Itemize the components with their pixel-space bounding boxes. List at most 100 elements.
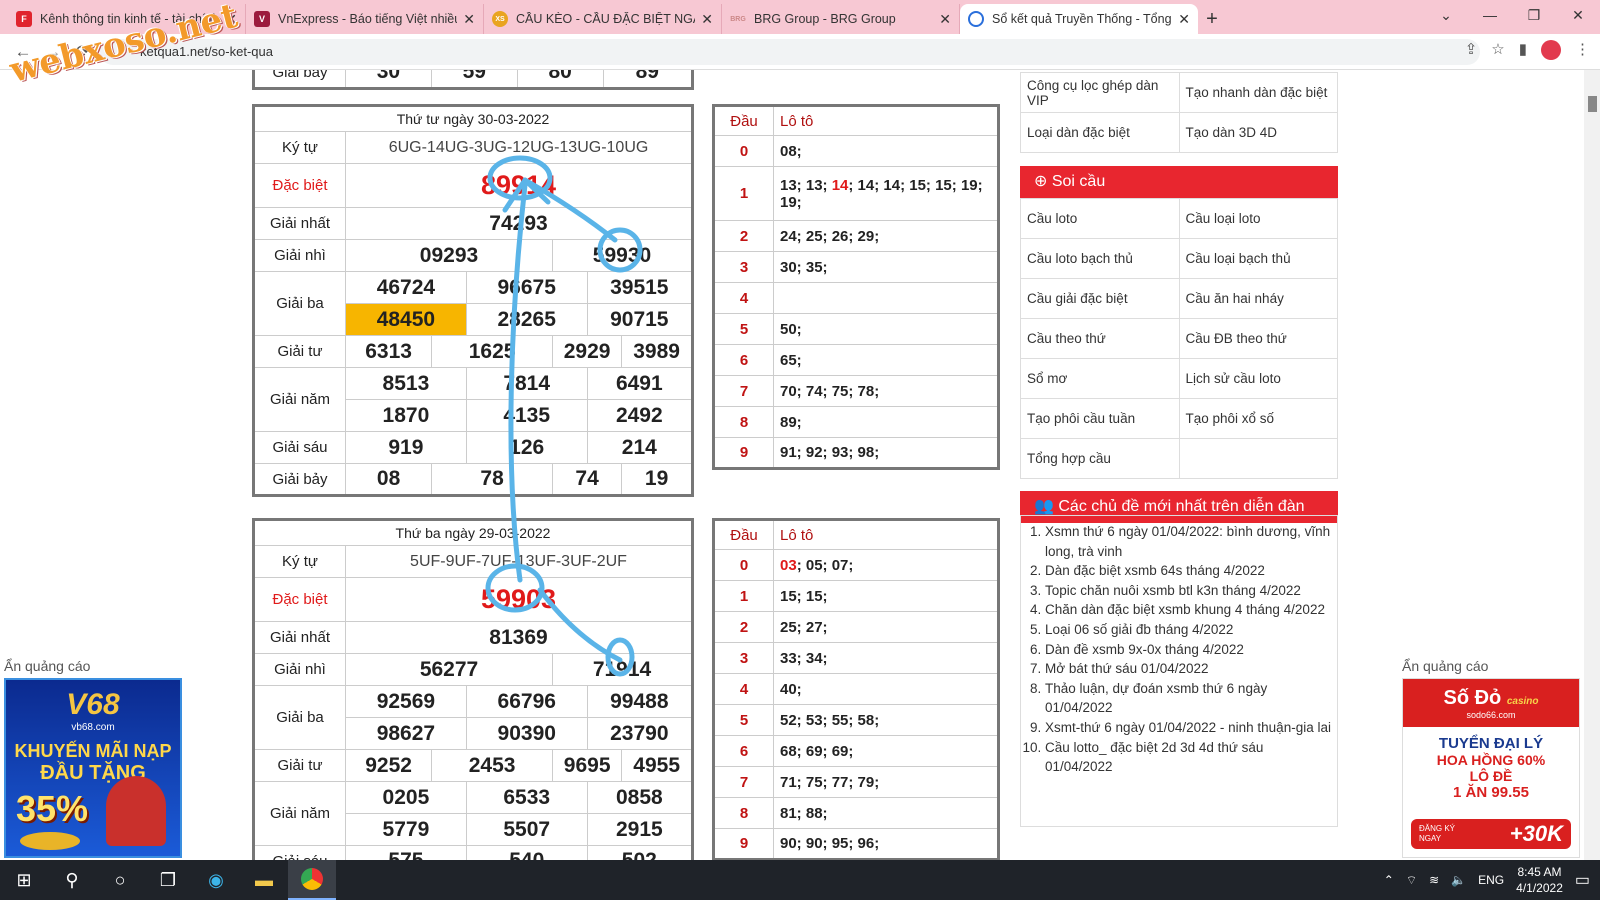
notification-icon[interactable]: ▭ [1575, 870, 1590, 890]
tool-link[interactable]: Tạo dàn 3D 4D [1178, 112, 1338, 153]
clock[interactable]: 8:45 AM 4/1/2022 [1516, 864, 1563, 896]
window-controls: ⌄ — ❐ ✕ [1424, 0, 1600, 30]
url-input[interactable]: ketqua1.net/so-ket-qua [100, 39, 1480, 65]
network-icon[interactable]: ⌔ [1406, 873, 1417, 888]
windows-taskbar: ⊞ ⚲ ○ ❐ ◉ ▬ ⌃ ⌔ ≋ 🔈 ENG 8:45 AM 4/1/2022… [0, 860, 1600, 900]
task-view-icon[interactable]: ❐ [144, 860, 192, 900]
ad-percent: 35% [16, 788, 89, 829]
forum-topic-link[interactable]: Dàn đặc biệt xsmb 64s tháng 4/2022 [1045, 561, 1331, 581]
side-panel-icon[interactable]: ▮ [1519, 40, 1527, 60]
profile-avatar[interactable] [1541, 40, 1561, 60]
tab-close-icon[interactable]: ✕ [701, 11, 713, 28]
soi-cau-link [1178, 438, 1338, 479]
soi-cau-link[interactable]: Cầu loto [1020, 198, 1180, 239]
cafef-favicon-icon: F [16, 11, 32, 27]
ad-line1: KHUYẾN MÃI NẠP [14, 741, 172, 761]
forum-list: Xsmn thứ 6 ngày 01/04/2022: bình dương, … [1020, 515, 1338, 827]
soi-cau-link[interactable]: Cầu loto bạch thủ [1020, 238, 1180, 279]
hide-ad-link[interactable]: Ẩn quảng cáo [1402, 658, 1488, 674]
wifi-icon[interactable]: ≋ [1429, 873, 1439, 887]
soi-cau-link[interactable]: Lịch sử cầu loto [1178, 358, 1338, 399]
forum-topic-link[interactable]: Thảo luận, dự đoán xsmb thứ 6 ngày 01/04… [1045, 679, 1331, 718]
minimize-icon[interactable]: — [1468, 0, 1512, 30]
soi-cau-link[interactable]: Tạo phôi cầu tuần [1020, 398, 1180, 439]
ad-tag: casino [1506, 695, 1539, 707]
soi-cau-link[interactable]: Cầu theo thứ [1020, 318, 1180, 359]
edge-icon[interactable]: ◉ [192, 860, 240, 900]
tab-cau-keo[interactable]: XS CẦU KÈO - CẦU ĐẶC BIỆT NGÀY ✕ [484, 4, 722, 34]
tool-link[interactable]: Tạo nhanh dàn đặc biệt [1178, 72, 1338, 113]
ad-line3: LÔ ĐỀ [1469, 768, 1513, 784]
ad-line1: TUYỂN ĐẠI LÝ [1438, 735, 1544, 752]
forum-title: Các chủ đề mới nhất trên diễn đàn [1058, 498, 1305, 515]
ad-cta: ĐĂNG KÝ NGAY +30K [1411, 819, 1571, 849]
ad-brand: Số Đỏ [1443, 686, 1502, 709]
forum-topic-link[interactable]: Topic chăn nuôi xsmb btl k3n tháng 4/202… [1045, 581, 1331, 601]
annotation-arrow-right [522, 177, 618, 243]
mascot-figure [106, 776, 166, 846]
page-scrollbar[interactable] [1584, 70, 1600, 860]
users-icon: 👥 [1034, 498, 1054, 515]
cortana-icon[interactable]: ○ [96, 860, 144, 900]
share-icon[interactable]: ⇪ [1465, 40, 1478, 60]
menu-kebab-icon[interactable]: ⋮ [1575, 40, 1590, 60]
volume-icon[interactable]: 🔈 [1451, 873, 1466, 887]
language-indicator[interactable]: ENG [1478, 873, 1504, 887]
forum-topic-link[interactable]: Mở bát thứ sáu 01/04/2022 [1045, 659, 1331, 679]
chevron-up-icon[interactable]: ⌃ [1384, 873, 1394, 887]
tab-close-icon[interactable]: ✕ [1178, 11, 1190, 28]
tab-brg[interactable]: BRG BRG Group - BRG Group ✕ [722, 4, 960, 34]
tab-close-icon[interactable]: ✕ [939, 11, 951, 28]
soi-cau-link[interactable]: Sổ mơ [1020, 358, 1180, 399]
soi-cau-link[interactable]: Cầu loại bạch thủ [1178, 238, 1338, 279]
search-icon[interactable]: ⚲ [48, 860, 96, 900]
forum-topic-link[interactable]: Xsmn thứ 6 ngày 01/04/2022: bình dương, … [1045, 522, 1331, 561]
scrollbar-thumb[interactable] [1588, 96, 1597, 112]
ad-cta-text: ĐĂNG KÝ NGAY [1419, 824, 1456, 843]
tab-close-icon[interactable]: ✕ [463, 11, 475, 28]
toolbar-icons: ⇪ ☆ ▮ ⋮ [1465, 40, 1590, 60]
ad-line4: 1 ĂN 99.55 [1453, 784, 1529, 801]
annotation-arrow-line [508, 182, 528, 583]
left-ad-banner[interactable]: V68 vb68.com KHUYẾN MÃI NẠP ĐẦU TẶNG 35% [4, 678, 182, 858]
ad-bonus: +30K [1509, 821, 1563, 846]
soi-cau-link[interactable]: Cầu giải đặc biệt [1020, 278, 1180, 319]
forum-topic-link[interactable]: Xsmt-thứ 6 ngày 01/04/2022 - ninh thuận-… [1045, 718, 1331, 738]
soi-cau-table: Cầu loto Cầu loại loto Cầu loto bạch thủ C… [1020, 198, 1338, 479]
tab-search-icon[interactable]: ⌄ [1424, 0, 1468, 30]
restore-icon[interactable]: ❐ [1512, 0, 1556, 30]
tab-vnexpress[interactable]: V VnExpress - Báo tiếng Việt nhiều ✕ [246, 4, 484, 34]
clock-time: 8:45 AM [1517, 865, 1562, 879]
forum-topic-link[interactable]: Chăn dàn đặc biệt xsmb khung 4 tháng 4/2… [1045, 600, 1331, 620]
ad-brand: V68 [66, 688, 120, 721]
tools-table: Công cụ lọc ghép dàn VIP Tạo nhanh dàn đ… [1020, 72, 1338, 153]
close-window-icon[interactable]: ✕ [1556, 0, 1600, 30]
magnifier-icon: ⊕ [1034, 173, 1048, 190]
soi-cau-link[interactable]: Cầu ăn hai nháy [1178, 278, 1338, 319]
tab-title: Sổ kết quả Truyền Thống - Tổng [992, 12, 1172, 26]
ad-header: Số Đỏ casino sodo66.com [1403, 679, 1579, 727]
soi-cau-link[interactable]: Tạo phôi xổ số [1178, 398, 1338, 439]
tool-link[interactable]: Loại dàn đặc biệt [1020, 112, 1180, 153]
vnexpress-favicon-icon: V [254, 11, 270, 27]
soi-cau-link[interactable]: Cầu ĐB theo thứ [1178, 318, 1338, 359]
tab-title: VnExpress - Báo tiếng Việt nhiều [278, 12, 458, 26]
chrome-icon[interactable] [288, 860, 336, 900]
new-tab-button[interactable]: + [1198, 4, 1226, 34]
tab-title: CẦU KÈO - CẦU ĐẶC BIỆT NGÀY [516, 12, 696, 26]
hide-ad-link[interactable]: Ẩn quảng cáo [4, 658, 90, 674]
soi-cau-link[interactable]: Cầu loại loto [1178, 198, 1338, 239]
forum-topic-link[interactable]: Loại 06 số giải đb tháng 4/2022 [1045, 620, 1331, 640]
tab-so-ket-qua[interactable]: Sổ kết quả Truyền Thống - Tổng ✕ [960, 4, 1198, 34]
windows-start-icon[interactable]: ⊞ [0, 860, 48, 900]
xs-favicon-icon: XS [492, 11, 508, 27]
right-ad-banner[interactable]: Số Đỏ casino sodo66.com TUYỂN ĐẠI LÝ HOA… [1402, 678, 1580, 858]
soi-cau-link[interactable]: Tổng hợp cầu [1020, 438, 1180, 479]
tool-link[interactable]: Công cụ lọc ghép dàn VIP [1020, 72, 1180, 113]
forum-topic-link[interactable]: Cầu lotto_ đặc biệt 2d 3d 4d thứ sáu 01/… [1045, 738, 1331, 777]
file-explorer-icon[interactable]: ▬ [240, 860, 288, 900]
bookmark-star-icon[interactable]: ☆ [1491, 40, 1504, 60]
forum-topic-link[interactable]: Dàn đề xsmb 9x-0x tháng 4/2022 [1045, 640, 1331, 660]
annotation-circle-right [597, 227, 643, 273]
soi-cau-header: ⊕ Soi cầu [1020, 166, 1338, 198]
